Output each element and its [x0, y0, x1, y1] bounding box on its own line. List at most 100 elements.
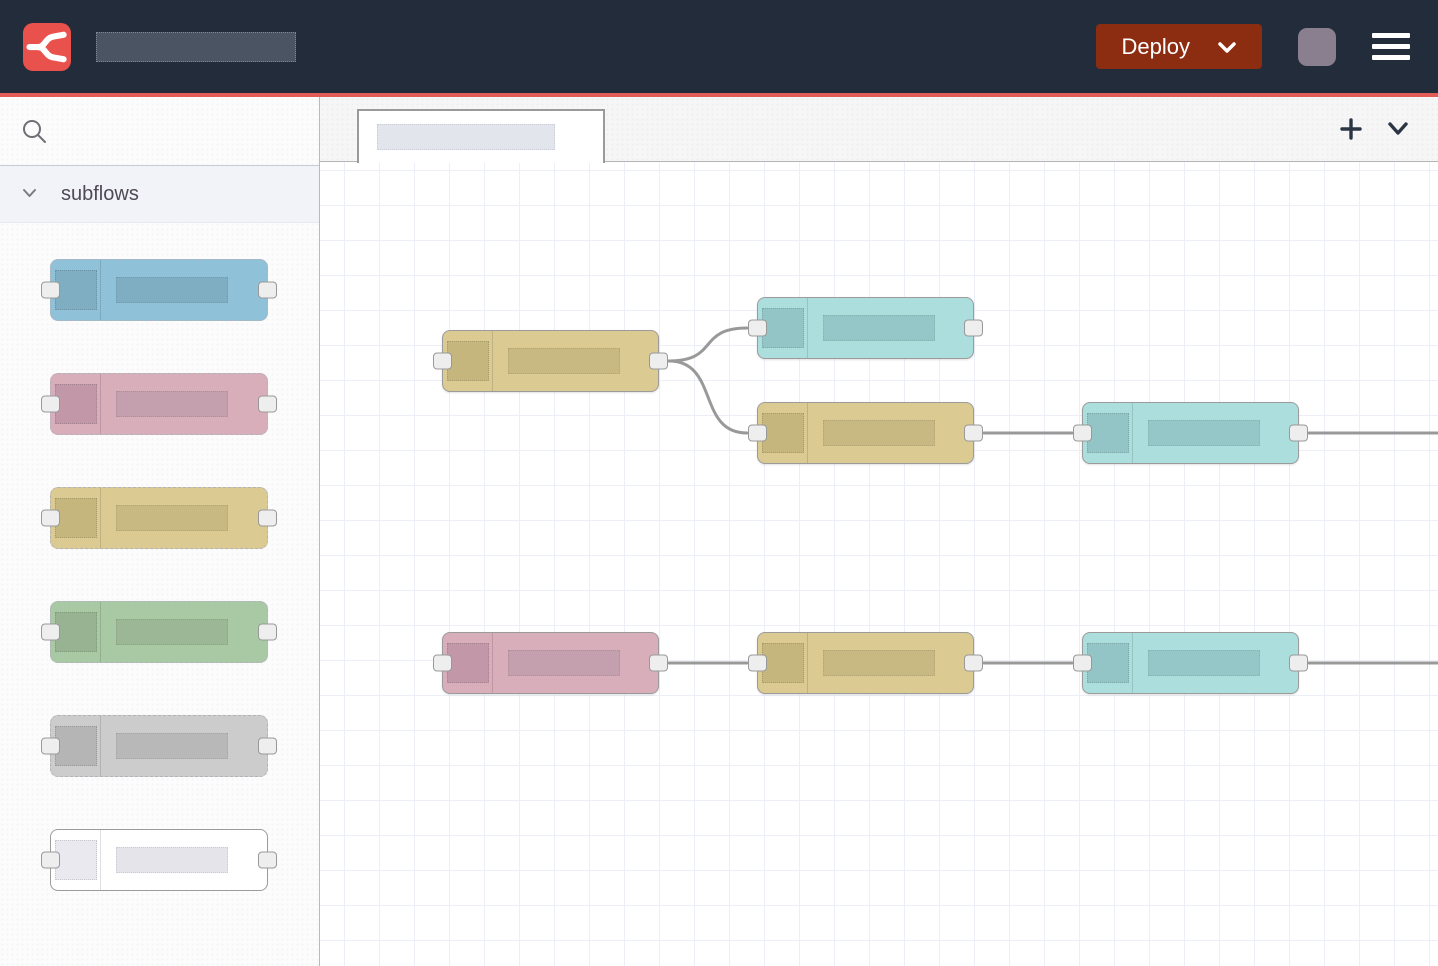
subflows-category-header[interactable]: subflows	[0, 166, 319, 223]
flow-tab[interactable]	[357, 109, 605, 163]
node-icon-placeholder	[447, 341, 489, 381]
node-icon-placeholder	[1087, 643, 1129, 683]
node-label-placeholder	[116, 847, 228, 873]
node-body	[808, 633, 973, 693]
palette-node-blue[interactable]	[50, 259, 268, 321]
add-flow-button[interactable]	[1336, 114, 1366, 144]
output-port[interactable]	[258, 510, 277, 527]
output-port[interactable]	[1289, 655, 1308, 672]
node-body	[101, 374, 267, 434]
input-port[interactable]	[41, 282, 60, 299]
node-body	[101, 488, 267, 548]
chevron-down-icon	[22, 185, 37, 203]
node-label-placeholder	[116, 277, 228, 303]
category-label: subflows	[61, 183, 139, 206]
wire[interactable]	[669, 328, 747, 361]
tab-actions	[1336, 97, 1412, 161]
palette-node-white[interactable]	[50, 829, 268, 891]
flow-node-yellow-2[interactable]	[757, 402, 974, 464]
palette-node-pink[interactable]	[50, 373, 268, 435]
flow-node-pink-1[interactable]	[442, 632, 659, 694]
output-port[interactable]	[258, 738, 277, 755]
node-label-placeholder	[823, 315, 935, 341]
wire[interactable]	[669, 361, 747, 433]
flow-node-yellow-3[interactable]	[757, 632, 974, 694]
node-label-placeholder	[823, 420, 935, 446]
node-label-placeholder	[116, 391, 228, 417]
node-body	[493, 633, 658, 693]
chevron-down-icon	[1386, 121, 1410, 137]
node-body	[808, 403, 973, 463]
node-icon-placeholder	[55, 384, 97, 424]
input-port[interactable]	[41, 738, 60, 755]
flow-list-button[interactable]	[1384, 119, 1412, 139]
node-body	[101, 716, 267, 776]
node-label-placeholder	[116, 505, 228, 531]
node-body	[493, 331, 658, 391]
canvas-area	[320, 97, 1438, 966]
flow-node-cyan-1[interactable]	[757, 297, 974, 359]
node-red-logo-mark	[26, 26, 68, 68]
flow-node-yellow-1[interactable]	[442, 330, 659, 392]
node-icon-placeholder	[55, 726, 97, 766]
palette-sidebar: subflows	[0, 97, 320, 966]
output-port[interactable]	[964, 655, 983, 672]
node-icon-placeholder	[762, 413, 804, 453]
node-body	[101, 260, 267, 320]
input-port[interactable]	[433, 353, 452, 370]
node-icon-placeholder	[447, 643, 489, 683]
output-port[interactable]	[649, 353, 668, 370]
flow-canvas[interactable]	[320, 162, 1438, 966]
node-icon-placeholder	[55, 612, 97, 652]
node-label-placeholder	[1148, 650, 1260, 676]
main-region: subflows	[0, 97, 1438, 966]
hamburger-menu-icon[interactable]	[1372, 33, 1410, 60]
flow-node-cyan-3[interactable]	[1082, 632, 1299, 694]
output-port[interactable]	[258, 282, 277, 299]
node-icon-placeholder	[762, 643, 804, 683]
input-port[interactable]	[1073, 655, 1092, 672]
tab-label-placeholder	[377, 124, 555, 150]
node-label-placeholder	[508, 650, 620, 676]
input-port[interactable]	[748, 425, 767, 442]
output-port[interactable]	[258, 396, 277, 413]
node-body	[1133, 633, 1298, 693]
node-body	[808, 298, 973, 358]
node-icon-placeholder	[55, 498, 97, 538]
input-port[interactable]	[433, 655, 452, 672]
node-label-placeholder	[823, 650, 935, 676]
deploy-label: Deploy	[1122, 34, 1190, 60]
wires-layer	[320, 162, 1438, 966]
output-port[interactable]	[964, 320, 983, 337]
input-port[interactable]	[41, 396, 60, 413]
node-red-logo	[23, 23, 71, 71]
input-port[interactable]	[748, 320, 767, 337]
palette-node-gray[interactable]	[50, 715, 268, 777]
header-actions: Deploy	[1096, 24, 1438, 69]
node-label-placeholder	[116, 619, 228, 645]
palette-node-yellow[interactable]	[50, 487, 268, 549]
output-port[interactable]	[649, 655, 668, 672]
input-port[interactable]	[748, 655, 767, 672]
app-window: Deploy subflow	[0, 0, 1438, 966]
header: Deploy	[0, 0, 1438, 93]
deploy-button[interactable]: Deploy	[1096, 24, 1262, 69]
input-port[interactable]	[41, 852, 60, 869]
palette-node-green[interactable]	[50, 601, 268, 663]
input-port[interactable]	[41, 510, 60, 527]
output-port[interactable]	[1289, 425, 1308, 442]
chevron-down-icon[interactable]	[1218, 34, 1236, 60]
plus-icon	[1338, 116, 1364, 142]
input-port[interactable]	[1073, 425, 1092, 442]
output-port[interactable]	[258, 624, 277, 641]
palette-search[interactable]	[0, 97, 319, 166]
node-label-placeholder	[116, 733, 228, 759]
flow-node-cyan-2[interactable]	[1082, 402, 1299, 464]
flow-tab-bar	[320, 97, 1438, 162]
node-icon-placeholder	[55, 270, 97, 310]
input-port[interactable]	[41, 624, 60, 641]
output-port[interactable]	[258, 852, 277, 869]
output-port[interactable]	[964, 425, 983, 442]
node-body	[1133, 403, 1298, 463]
user-avatar[interactable]	[1298, 28, 1336, 66]
